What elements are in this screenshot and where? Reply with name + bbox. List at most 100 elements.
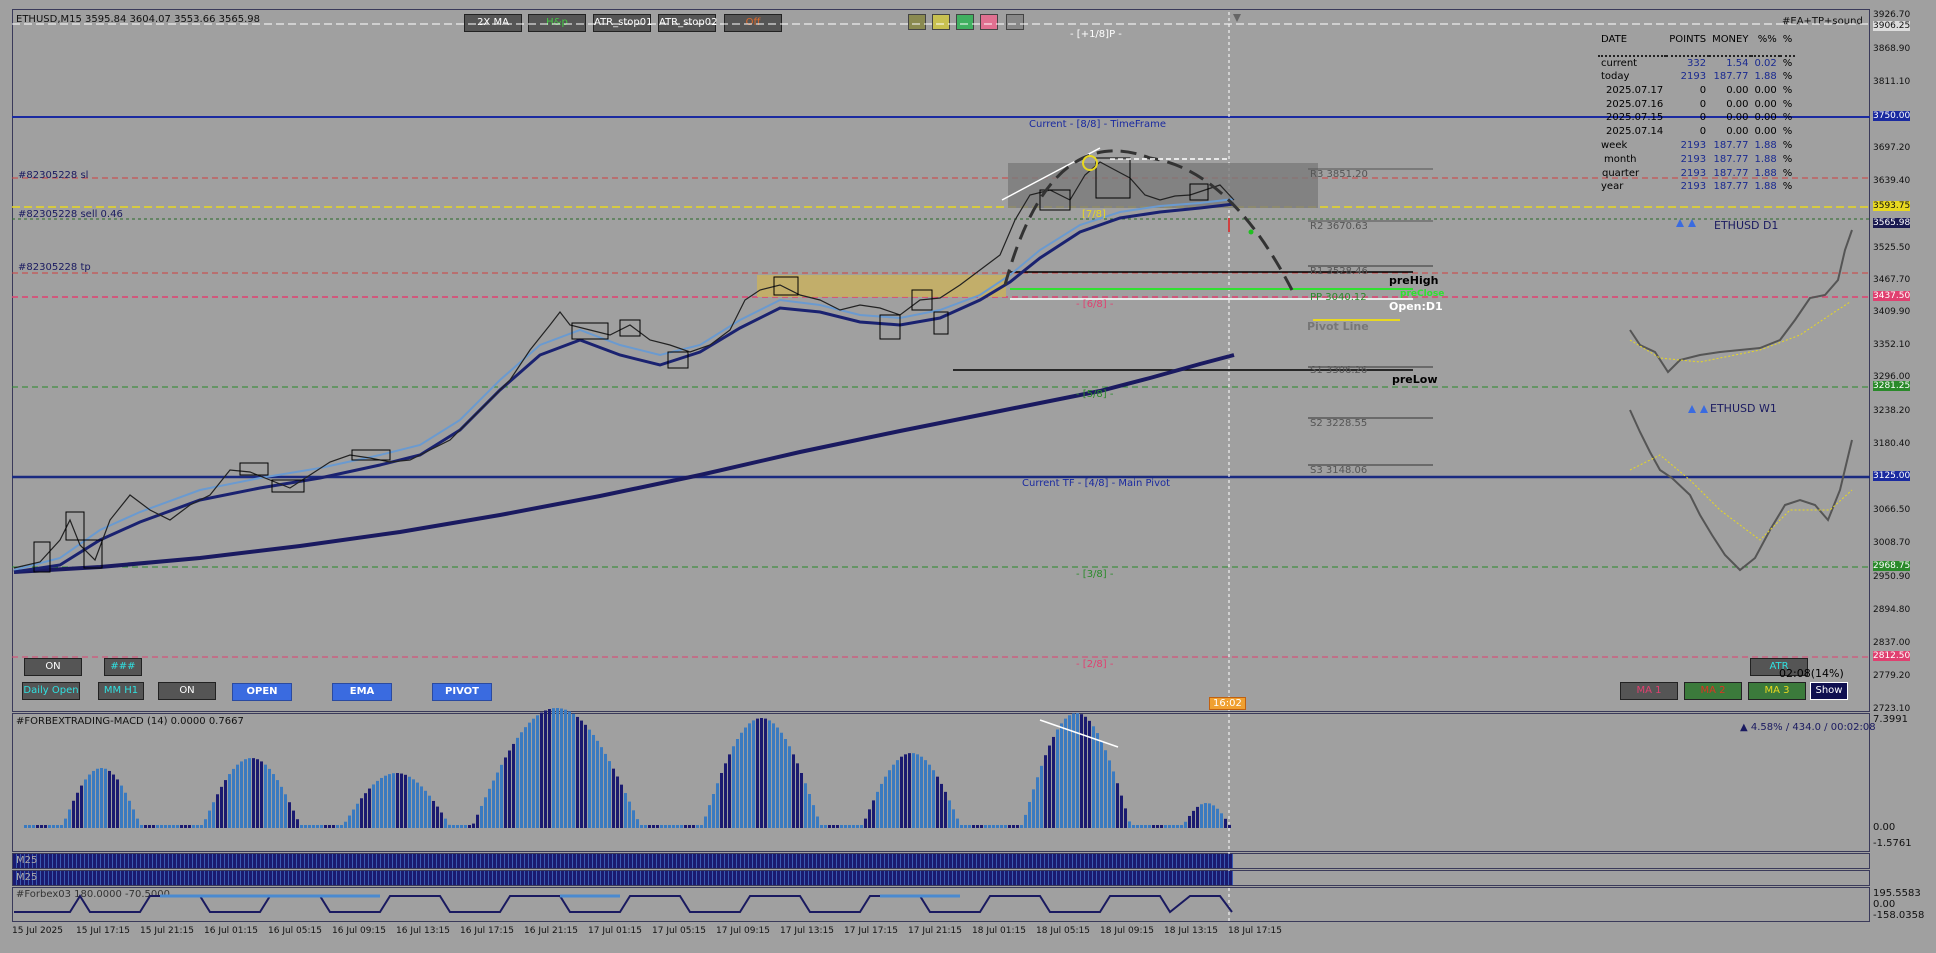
hp-button[interactable]: H&p xyxy=(528,14,586,32)
price-tick: 3467.70 xyxy=(1873,275,1911,285)
stats-cell: 2193 xyxy=(1680,139,1707,151)
2x-ma-button[interactable]: 2X MA xyxy=(464,14,522,32)
swatch-gray[interactable] xyxy=(1006,14,1024,30)
stats-header-date: DATE xyxy=(1601,34,1628,46)
stats-cell: 2193 xyxy=(1680,181,1707,193)
stats-cell: % xyxy=(1782,167,1793,179)
mm-h1-button[interactable]: MM H1 xyxy=(98,682,144,700)
stats-row: 2025.07.14 0 0.00 0.00% xyxy=(1598,125,1795,139)
main-pivot-label: Current TF - [4/8] - Main Pivot xyxy=(1022,478,1171,489)
prehigh-label: preHigh xyxy=(1389,274,1439,287)
stats-table: DATE POINTS MONEY %% % current 332 1.54 0.0… xyxy=(1598,33,1796,194)
time-tick: 16 Jul 13:15 xyxy=(396,926,450,936)
price-tick: 3437.50 xyxy=(1873,291,1911,301)
price-tick: 2968.75 xyxy=(1873,561,1911,571)
stats-cell: % xyxy=(1782,98,1793,110)
stats-cell: current xyxy=(1601,57,1638,69)
m25-bar xyxy=(13,854,1233,868)
on-button-1[interactable]: ON xyxy=(24,658,82,676)
m25-label: M25 xyxy=(16,855,38,866)
swatch-olive[interactable] xyxy=(908,14,926,30)
stats-cell: 0.00 xyxy=(1754,84,1777,96)
stats-cell: year xyxy=(1601,181,1624,193)
mini-chart-d1-label: ETHUSD D1 xyxy=(1714,219,1779,232)
price-tick: 2894.80 xyxy=(1873,605,1911,615)
stats-cell: 0 xyxy=(1699,84,1707,96)
price-tick: 3125.00 xyxy=(1873,471,1911,481)
pivot-button[interactable]: PIVOT xyxy=(432,683,492,701)
price-tick: 3409.90 xyxy=(1873,307,1911,317)
on-button-2[interactable]: ON xyxy=(158,682,216,700)
price-tick: 2950.90 xyxy=(1873,572,1911,582)
stats-cell: 332 xyxy=(1686,57,1707,69)
stats-cell: 0.02 xyxy=(1754,57,1777,69)
macd-panel-frame[interactable] xyxy=(12,713,1870,852)
order-tp-label[interactable]: #82305228 tp xyxy=(18,262,91,273)
off-button[interactable]: Off xyxy=(724,14,782,32)
main-chart-frame[interactable] xyxy=(12,9,1870,712)
atr-stop01-button[interactable]: ATR_stop01 xyxy=(593,14,652,32)
level-2-8-label: - [2/8] - xyxy=(1076,659,1114,670)
time-tick: 16 Jul 17:15 xyxy=(460,926,514,936)
stats-cell: 187.77 xyxy=(1713,153,1749,165)
stats-cell: 187.77 xyxy=(1713,70,1749,82)
hash-button[interactable]: ### xyxy=(104,658,142,676)
swatch-green[interactable] xyxy=(956,14,974,30)
price-tick: 3008.70 xyxy=(1873,538,1911,548)
stats-cell: quarter xyxy=(1602,167,1640,179)
pivot-s1-label: S1 3306.26 xyxy=(1310,365,1368,376)
ma2-button[interactable]: MA 2 xyxy=(1684,682,1742,700)
stats-row: month 2193 187.77 1.88% xyxy=(1598,152,1795,166)
price-tick: 3868.90 xyxy=(1873,44,1911,54)
stats-cell: 0.00 xyxy=(1754,126,1777,138)
atr-stop02-button[interactable]: ATR_stop02 xyxy=(658,14,717,32)
time-tick: 17 Jul 05:15 xyxy=(652,926,706,936)
pivot-r1-label: R1 3528.46 xyxy=(1310,266,1368,277)
swatch-yellow[interactable] xyxy=(932,14,950,30)
forbex-label: #Forbex03 180.0000 -70.5000 xyxy=(16,889,171,900)
stats-row: 2025.07.16 0 0.00 0.00% xyxy=(1598,97,1795,111)
stats-row: quarter 2193 187.77 1.88% xyxy=(1598,166,1795,180)
price-tick: 3238.20 xyxy=(1873,406,1911,416)
ema-button[interactable]: EMA xyxy=(332,683,392,701)
order-sl-label[interactable]: #82305228 sl xyxy=(18,170,88,181)
pivot-r3-label: R3 3851.20 xyxy=(1310,169,1368,180)
stats-cell: 0 xyxy=(1699,112,1707,124)
open-button[interactable]: OPEN xyxy=(232,683,292,701)
swatch-pink[interactable] xyxy=(980,14,998,30)
stats-cell: 2193 xyxy=(1680,153,1707,165)
show-button[interactable]: Show xyxy=(1810,682,1848,700)
price-tick: 2723.10 xyxy=(1873,704,1911,714)
order-sell-label[interactable]: #82305228 sell 0.46 xyxy=(18,209,123,220)
stats-cell: % xyxy=(1782,181,1793,193)
price-tick: 3926.70 xyxy=(1873,10,1911,20)
price-axis[interactable]: 3926.70 3906.25 3868.90 3811.10 3750.00 … xyxy=(1871,9,1921,922)
ma1-button[interactable]: MA 1 xyxy=(1620,682,1678,700)
daily-open-button[interactable]: Daily Open xyxy=(22,682,80,700)
stats-row: week 2193 187.77 1.88% xyxy=(1598,139,1795,153)
ea-label: #EA+TP+sound xyxy=(1782,16,1863,27)
stats-cell: % xyxy=(1782,126,1793,138)
forbex-panel-frame[interactable] xyxy=(12,887,1870,922)
price-tick: 3697.20 xyxy=(1873,143,1911,153)
pivot-s3-label: S3 3148.06 xyxy=(1310,465,1368,476)
m25b-bar xyxy=(13,871,1233,885)
pivot-line-label: Pivot Line xyxy=(1307,320,1369,333)
prelow-label: preLow xyxy=(1392,373,1438,386)
price-tick: 3639.40 xyxy=(1873,176,1911,186)
time-tick: 16 Jul 01:15 xyxy=(204,926,258,936)
stats-cell: 1.88 xyxy=(1754,167,1777,179)
macd-info: ▲ 4.58% / 434.0 / 00:02:08 xyxy=(1740,722,1876,733)
stats-cell: 187.77 xyxy=(1713,167,1749,179)
time-tick: 15 Jul 17:15 xyxy=(76,926,130,936)
time-tick: 18 Jul 01:15 xyxy=(972,926,1026,936)
time-tick: 18 Jul 17:15 xyxy=(1228,926,1282,936)
price-tick: 3180.40 xyxy=(1873,439,1911,449)
mini-chart-w1-label: ETHUSD W1 xyxy=(1710,402,1777,415)
forbex-axis-zero: 0.00 xyxy=(1873,899,1896,910)
stats-cell: % xyxy=(1782,57,1793,69)
price-tick: 2812.50 xyxy=(1873,651,1911,661)
ma3-button[interactable]: MA 3 xyxy=(1748,682,1806,700)
stats-row: today 2193 187.77 1.88% xyxy=(1598,70,1795,84)
stats-cell: 1.88 xyxy=(1754,181,1777,193)
